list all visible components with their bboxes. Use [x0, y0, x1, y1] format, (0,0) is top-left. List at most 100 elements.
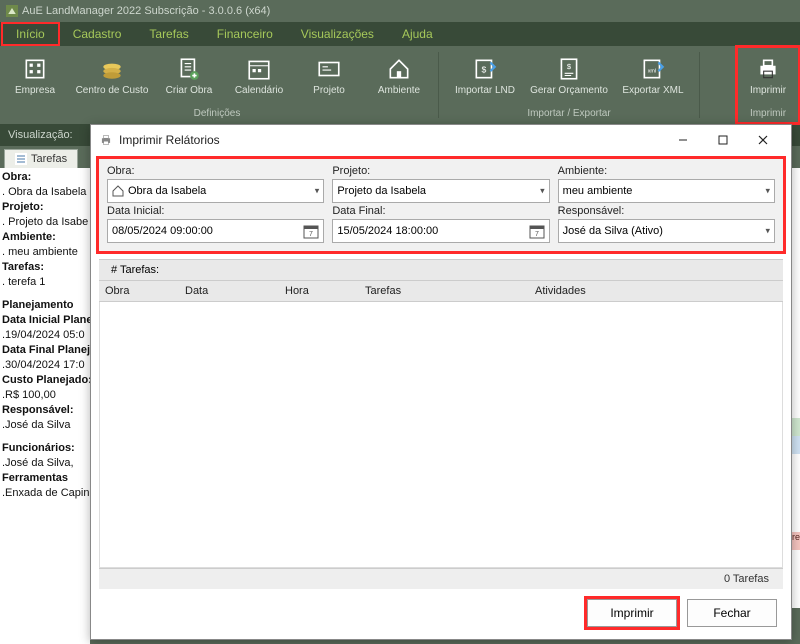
right-mark-green	[792, 418, 800, 436]
chevron-down-icon: ▾	[765, 226, 770, 237]
projeto-value: Projeto da Isabela	[337, 185, 426, 197]
side-projeto-label: Projeto:	[2, 200, 90, 215]
ribbon-group-definicoes: Empresa Centro de Custo Criar Obra Calen…	[0, 46, 434, 124]
ribbon-ambiente[interactable]: Ambiente	[364, 46, 434, 106]
svg-text:$: $	[482, 64, 487, 74]
side-custo-label: Custo Planejado:	[2, 373, 90, 388]
chevron-down-icon: ▾	[315, 186, 320, 197]
svg-text:$: $	[567, 62, 572, 71]
ambiente-combo[interactable]: meu ambiente ▾	[558, 179, 775, 203]
ribbon-empresa[interactable]: Empresa	[0, 46, 70, 106]
side-data-final-label: Data Final Planeja	[2, 343, 90, 358]
close-button[interactable]	[743, 126, 783, 154]
close-dialog-button[interactable]: Fechar	[687, 599, 777, 627]
projeto-combo[interactable]: Projeto da Isabela ▾	[332, 179, 549, 203]
menu-visualizacoes[interactable]: Visualizações	[287, 23, 388, 45]
col-tarefas[interactable]: Tarefas	[359, 281, 529, 301]
print-button[interactable]: Imprimir	[587, 599, 677, 627]
col-hora[interactable]: Hora	[279, 281, 359, 301]
side-panel: Obra: . Obra da Isabela Projeto: . Proje…	[0, 168, 90, 644]
ribbon-group-label-definicoes: Definições	[0, 106, 434, 123]
col-atividades[interactable]: Atividades	[529, 281, 783, 301]
tab-tarefas[interactable]: Tarefas	[4, 149, 78, 168]
ribbon: Empresa Centro de Custo Criar Obra Calen…	[0, 46, 800, 124]
right-mark-red: refa	[792, 532, 800, 550]
side-funcionarios-label: Funcionários:	[2, 441, 90, 456]
dialog-titlebar: Imprimir Relátorios	[91, 125, 791, 155]
minimize-button[interactable]	[663, 126, 703, 154]
data-final-field[interactable]: 15/05/2024 18:00:00 7	[332, 219, 549, 243]
menu-financeiro[interactable]: Financeiro	[203, 23, 287, 45]
ribbon-gerar-orcamento[interactable]: $Gerar Orçamento	[527, 46, 611, 106]
tab-label: Tarefas	[31, 153, 67, 165]
chevron-down-icon: ▾	[765, 186, 770, 197]
ribbon-group-label-importar: Importar / Exportar	[443, 106, 695, 123]
maximize-button[interactable]	[703, 126, 743, 154]
export-xml-icon: xml	[640, 56, 666, 82]
printer-icon	[755, 56, 781, 82]
data-inicial-label: Data Inicial:	[107, 205, 324, 217]
grid-header: Obra Data Hora Tarefas Atividades	[99, 281, 783, 302]
print-reports-dialog: Imprimir Relátorios Obra: Obra da Isabel…	[90, 124, 792, 640]
ambiente-label: Ambiente:	[558, 165, 775, 177]
ribbon-separator-2	[699, 52, 700, 118]
house-icon	[112, 185, 124, 197]
side-data-inicial-label: Data Inicial Plane	[2, 313, 90, 328]
obra-combo[interactable]: Obra da Isabela ▾	[107, 179, 324, 203]
right-gutter: refa	[792, 168, 800, 608]
svg-text:7: 7	[309, 231, 313, 238]
responsavel-combo[interactable]: José da Silva (Ativo) ▾	[558, 219, 775, 243]
menu-inicio[interactable]: Início	[2, 23, 59, 45]
data-inicial-field[interactable]: 08/05/2024 09:00:00 7	[107, 219, 324, 243]
side-responsavel: .José da Silva	[2, 418, 90, 433]
col-data[interactable]: Data	[179, 281, 279, 301]
side-obra-label: Obra:	[2, 170, 90, 185]
ribbon-calendario[interactable]: Calendário	[224, 46, 294, 106]
right-mark-blue	[792, 436, 800, 454]
import-icon: $	[472, 56, 498, 82]
menu-cadastro[interactable]: Cadastro	[59, 23, 136, 45]
ribbon-group-importar: $Importar LND $Gerar Orçamento xmlExport…	[443, 46, 695, 124]
side-projeto: . Projeto da Isabe	[2, 215, 90, 230]
responsavel-label: Responsável:	[558, 205, 775, 217]
col-obra[interactable]: Obra	[99, 281, 179, 301]
calendar-icon	[246, 56, 272, 82]
calendar-icon: 7	[303, 223, 319, 239]
ambiente-value: meu ambiente	[563, 185, 633, 197]
list-icon	[15, 153, 27, 165]
ribbon-centro-custo[interactable]: Centro de Custo	[70, 46, 154, 106]
ribbon-importar-lnd[interactable]: $Importar LND	[443, 46, 527, 106]
coins-icon	[99, 56, 125, 82]
ribbon-group-label-imprimir: Imprimir	[736, 106, 800, 123]
tasks-count-row: # Tarefas:	[99, 259, 783, 281]
projeto-label: Projeto:	[332, 165, 549, 177]
ribbon-exportar-xml[interactable]: xmlExportar XML	[611, 46, 695, 106]
chevron-down-icon: ▾	[540, 186, 545, 197]
title-bar: AuE LandManager 2022 Subscrição - 3.0.0.…	[0, 0, 800, 22]
side-tarefas-label: Tarefas:	[2, 260, 90, 275]
side-data-final: .30/04/2024 17:0	[2, 358, 90, 373]
menu-tarefas[interactable]: Tarefas	[135, 23, 202, 45]
obra-label: Obra:	[107, 165, 324, 177]
side-responsavel-label: Responsável:	[2, 403, 90, 418]
side-custo: .R$ 100,00	[2, 388, 90, 403]
side-ambiente-label: Ambiente:	[2, 230, 90, 245]
data-final-value: 15/05/2024 18:00:00	[337, 225, 438, 237]
ribbon-imprimir[interactable]: Imprimir	[736, 46, 800, 106]
side-ambiente: . meu ambiente	[2, 245, 90, 260]
app-title: AuE LandManager 2022 Subscrição - 3.0.0.…	[22, 5, 270, 17]
ribbon-projeto[interactable]: Projeto	[294, 46, 364, 106]
obra-value: Obra da Isabela	[128, 185, 206, 197]
side-obra: . Obra da Isabela	[2, 185, 90, 200]
project-icon	[316, 56, 342, 82]
side-tarefa: . terefa 1	[2, 275, 90, 290]
ribbon-group-imprimir: Imprimir Imprimir	[736, 46, 800, 124]
budget-icon: $	[556, 56, 582, 82]
ribbon-criar-obra[interactable]: Criar Obra	[154, 46, 224, 106]
data-final-label: Data Final:	[332, 205, 549, 217]
document-plus-icon	[176, 56, 202, 82]
svg-text:7: 7	[535, 231, 539, 238]
menu-ajuda[interactable]: Ajuda	[388, 23, 447, 45]
grid-body	[99, 302, 783, 568]
svg-text:xml: xml	[648, 68, 656, 74]
